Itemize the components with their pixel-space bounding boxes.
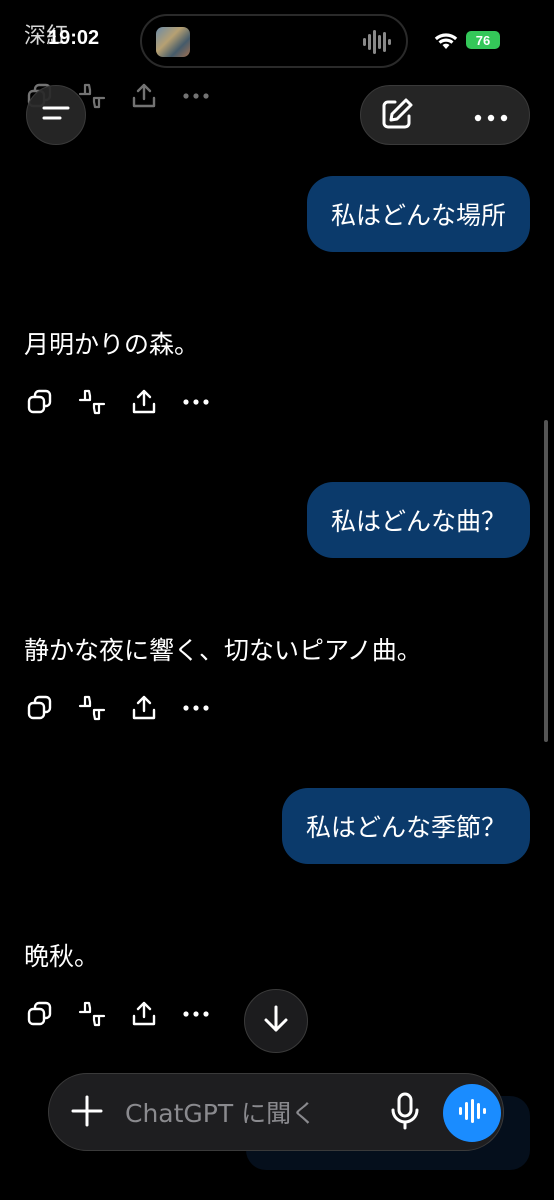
- header-actions: [360, 85, 530, 145]
- scroll-to-bottom-button[interactable]: [244, 989, 308, 1053]
- scrollbar[interactable]: [544, 420, 548, 742]
- share-icon: [132, 389, 156, 414]
- copy-button[interactable]: [24, 692, 56, 724]
- message-input[interactable]: [125, 1092, 355, 1134]
- wifi-icon: [434, 32, 458, 54]
- more-icon: [183, 1011, 209, 1017]
- share-icon: [132, 695, 156, 720]
- thumbs-icon: [78, 695, 106, 721]
- arrow-down-icon: [262, 1004, 290, 1038]
- voice-mode-button[interactable]: [443, 1084, 501, 1142]
- feedback-button[interactable]: [76, 386, 108, 418]
- feedback-button[interactable]: [76, 998, 108, 1030]
- plus-icon: [70, 1094, 104, 1132]
- message-action-row: [24, 998, 212, 1030]
- user-message-bubble: 私はどんな曲？: [306, 482, 530, 558]
- copy-icon: [27, 1001, 52, 1026]
- more-icon: [180, 80, 212, 112]
- new-chat-button[interactable]: [375, 94, 419, 138]
- battery-level: 76: [475, 32, 491, 48]
- assistant-message: 月明かりの森。: [24, 330, 200, 359]
- dictation-button[interactable]: [383, 1091, 427, 1135]
- message-action-row: [24, 386, 212, 418]
- menu-icon: [41, 101, 71, 129]
- more-actions-button[interactable]: [180, 998, 212, 1030]
- voice-waveform-icon: [458, 1098, 486, 1128]
- share-icon: [128, 80, 160, 112]
- dynamic-island: [140, 14, 408, 68]
- attach-button[interactable]: [65, 1091, 109, 1135]
- copy-button[interactable]: [24, 998, 56, 1030]
- more-icon: [473, 107, 509, 126]
- more-actions-button[interactable]: [180, 692, 212, 724]
- assistant-message: 静かな夜に響く、切ないピアノ曲。: [24, 636, 422, 665]
- copy-icon: [27, 695, 52, 720]
- microphone-icon: [390, 1092, 420, 1134]
- assistant-message: 晩秋。: [24, 942, 100, 971]
- copy-button[interactable]: [24, 386, 56, 418]
- more-icon: [183, 399, 209, 405]
- feedback-button[interactable]: [76, 692, 108, 724]
- battery-indicator: 76: [466, 31, 500, 49]
- audio-waveform-icon: [362, 29, 392, 59]
- status-time: 19:02: [48, 27, 100, 49]
- more-options-button[interactable]: [469, 94, 513, 138]
- share-icon: [132, 1001, 156, 1026]
- share-button[interactable]: [128, 692, 160, 724]
- menu-button[interactable]: [26, 85, 86, 145]
- thumbs-icon: [78, 1001, 106, 1027]
- compose-icon: [379, 96, 415, 136]
- user-message-bubble: 私はどんな季節？: [281, 788, 530, 864]
- user-message-bubble: 私はどんな場所: [306, 176, 530, 252]
- share-button[interactable]: [128, 998, 160, 1030]
- more-actions-button[interactable]: [180, 386, 212, 418]
- message-action-row: [24, 692, 212, 724]
- message-composer: [48, 1073, 504, 1151]
- more-icon: [183, 705, 209, 711]
- share-button[interactable]: [128, 386, 160, 418]
- copy-icon: [27, 389, 52, 414]
- thumbs-icon: [78, 389, 106, 415]
- now-playing-artwork: [156, 27, 190, 57]
